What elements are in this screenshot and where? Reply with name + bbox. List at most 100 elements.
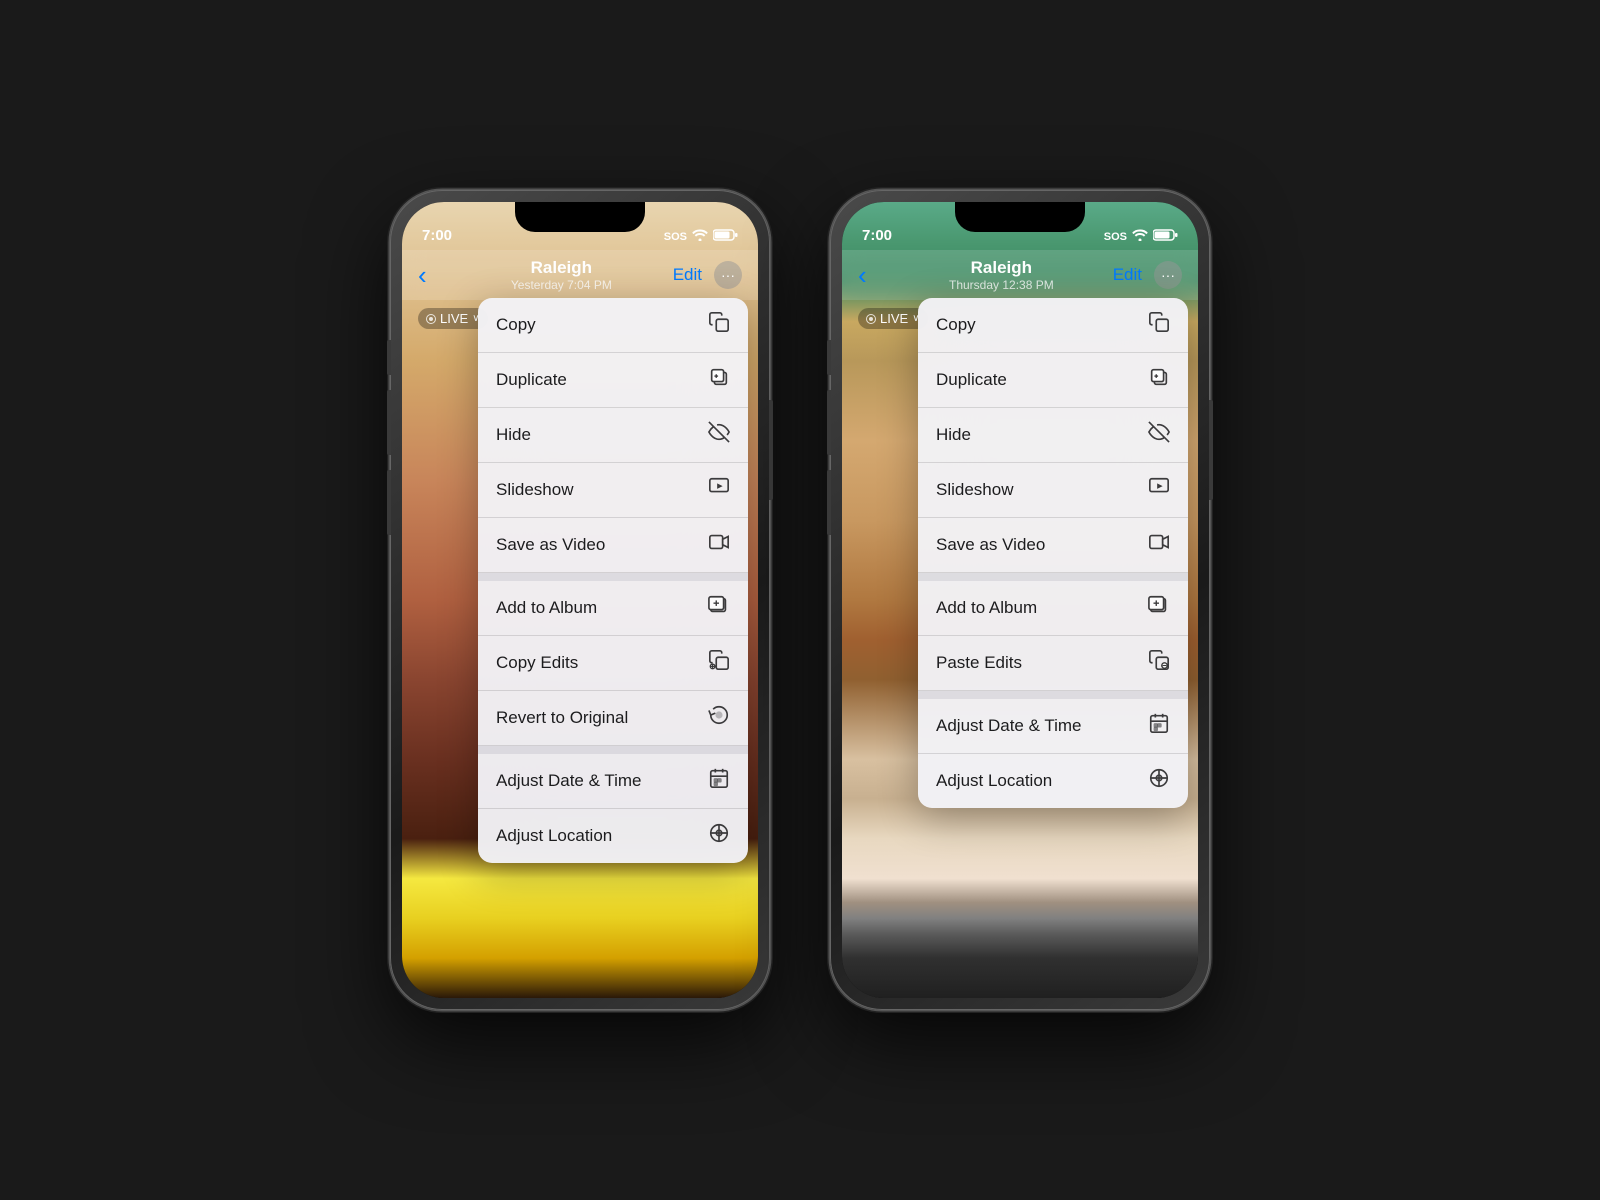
nav-actions-left: Edit ··· [673,261,742,289]
menu-item-hide-label-right: Hide [936,425,1148,445]
savevideo-icon-right [1148,531,1170,559]
mute-switch-right [827,340,831,375]
menu-item-slideshow-right[interactable]: Slideshow [918,463,1188,518]
menu-item-slideshow-label-right: Slideshow [936,480,1148,500]
menu-item-datetime-right[interactable]: Adjust Date & Time [918,699,1188,754]
duplicate-icon-left [708,366,730,394]
menu-item-copy-left[interactable]: Copy [478,298,748,353]
datetime-icon-right [1148,712,1170,740]
context-menu-left: Copy Duplicate [478,298,748,863]
revert-icon-left [708,704,730,732]
status-icons-left: SOS [664,229,738,244]
menu-item-addalbum-label-right: Add to Album [936,598,1148,618]
nav-title-area-left: Raleigh Yesterday 7:04 PM [450,258,673,292]
copy-icon-right [1148,311,1170,339]
menu-item-addalbum-label-left: Add to Album [496,598,708,618]
edit-button-right[interactable]: Edit [1113,265,1142,285]
menu-item-slideshow-left[interactable]: Slideshow [478,463,748,518]
nav-title-right: Raleigh [890,258,1113,278]
menu-item-duplicate-label-left: Duplicate [496,370,708,390]
menu-item-slideshow-label-left: Slideshow [496,480,708,500]
live-label-right: LIVE [880,311,908,326]
battery-icon-left [713,229,738,244]
wifi-icon-right [1132,229,1148,244]
divider-2-right [918,691,1188,699]
menu-item-revert-left[interactable]: Revert to Original [478,691,748,746]
phone-left: 7:00 SOS [390,190,770,1010]
datetime-icon-left [708,767,730,795]
menu-item-addalbum-left[interactable]: Add to Album [478,581,748,636]
duplicate-icon-right [1148,366,1170,394]
savevideo-icon-left [708,531,730,559]
menu-item-copy-label-left: Copy [496,315,708,335]
nav-title-area-right: Raleigh Thursday 12:38 PM [890,258,1113,292]
menu-item-duplicate-label-right: Duplicate [936,370,1148,390]
notch-left [515,202,645,232]
copy-icon-left [708,311,730,339]
menu-item-revert-label-left: Revert to Original [496,708,708,728]
live-circle-right [866,314,876,324]
addalbum-icon-right [1148,594,1170,622]
nav-actions-right: Edit ··· [1113,261,1182,289]
sos-label-left: SOS [664,231,687,243]
screen-right: 7:00 SOS [842,202,1198,998]
location-icon-left [708,822,730,850]
more-button-left[interactable]: ··· [714,261,742,289]
nav-bar-left: ‹ Raleigh Yesterday 7:04 PM Edit ··· [402,250,758,300]
slideshow-icon-left [708,476,730,504]
menu-item-savevideo-right[interactable]: Save as Video [918,518,1188,573]
slideshow-icon-right [1148,476,1170,504]
divider-1-left [478,573,748,581]
status-icons-right: SOS [1104,229,1178,244]
phone-right: 7:00 SOS [830,190,1210,1010]
menu-item-datetime-label-right: Adjust Date & Time [936,716,1148,736]
menu-item-copy-right[interactable]: Copy [918,298,1188,353]
menu-item-pasteedits-right[interactable]: Paste Edits [918,636,1188,691]
menu-item-hide-left[interactable]: Hide [478,408,748,463]
menu-item-location-label-right: Adjust Location [936,771,1148,791]
volume-down-right [827,470,831,535]
menu-item-copyedits-left[interactable]: Copy Edits [478,636,748,691]
menu-item-datetime-left[interactable]: Adjust Date & Time [478,754,748,809]
notch-right [955,202,1085,232]
menu-item-duplicate-left[interactable]: Duplicate [478,353,748,408]
menu-item-addalbum-right[interactable]: Add to Album [918,581,1188,636]
sos-label-right: SOS [1104,231,1127,243]
nav-title-left: Raleigh [450,258,673,278]
menu-item-savevideo-left[interactable]: Save as Video [478,518,748,573]
menu-item-copy-label-right: Copy [936,315,1148,335]
menu-item-location-label-left: Adjust Location [496,826,708,846]
copyedits-icon-left [708,649,730,677]
phones-container: 7:00 SOS [390,190,1210,1010]
nav-bar-right: ‹ Raleigh Thursday 12:38 PM Edit ··· [842,250,1198,300]
wifi-icon-left [692,229,708,244]
addalbum-icon-left [708,594,730,622]
menu-item-copyedits-label-left: Copy Edits [496,653,708,673]
hide-icon-right [1148,421,1170,449]
pasteedits-icon-right [1148,649,1170,677]
power-btn-left [769,400,773,500]
edit-button-left[interactable]: Edit [673,265,702,285]
mute-switch-left [387,340,391,375]
volume-up-left [387,390,391,455]
screen-left: 7:00 SOS [402,202,758,998]
live-circle-left [426,314,436,324]
menu-item-hide-right[interactable]: Hide [918,408,1188,463]
menu-item-datetime-label-left: Adjust Date & Time [496,771,708,791]
power-btn-right [1209,400,1213,500]
hide-icon-left [708,421,730,449]
back-button-right[interactable]: ‹ [858,260,890,291]
context-menu-right: Copy Duplicate [918,298,1188,808]
live-label-left: LIVE [440,311,468,326]
nav-subtitle-right: Thursday 12:38 PM [890,278,1113,292]
volume-down-left [387,470,391,535]
menu-item-savevideo-label-left: Save as Video [496,535,708,555]
divider-1-right [918,573,1188,581]
menu-item-duplicate-right[interactable]: Duplicate [918,353,1188,408]
menu-item-hide-label-left: Hide [496,425,708,445]
divider-2-left [478,746,748,754]
more-button-right[interactable]: ··· [1154,261,1182,289]
menu-item-location-left[interactable]: Adjust Location [478,809,748,863]
back-button-left[interactable]: ‹ [418,260,450,291]
menu-item-location-right[interactable]: Adjust Location [918,754,1188,808]
